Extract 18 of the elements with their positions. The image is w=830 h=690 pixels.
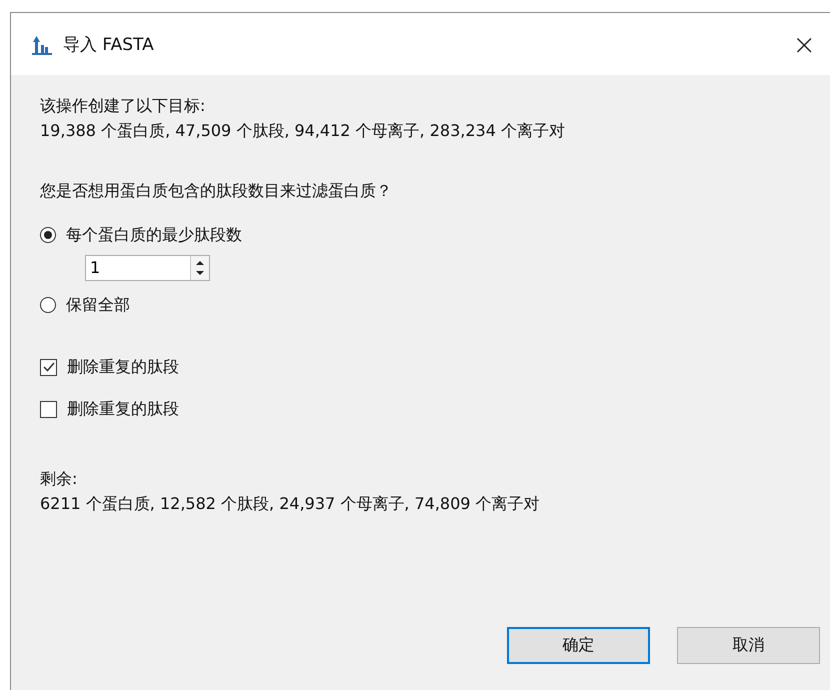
question-text: 您是否想用蛋白质包含的肽段数目来过滤蛋白质？ [40, 180, 393, 202]
summary-text: 19,388 个蛋白质, 47,509 个肽段, 94,412 个母离子, 283,234 个离子对 [40, 120, 566, 142]
radio-label[interactable]: 每个蛋白质的最少肽段数 [66, 224, 242, 246]
close-button[interactable]: × [786, 28, 822, 60]
checkbox[interactable] [40, 358, 57, 376]
checkbox-label[interactable]: 删除重复的肽段 [67, 398, 179, 420]
window-title: 导入 FASTA [63, 34, 154, 56]
cancel-button[interactable]: 取消 [677, 627, 820, 664]
ok-button[interactable]: 确定 [507, 627, 650, 664]
radio-button[interactable] [40, 227, 56, 243]
checkbox[interactable] [40, 400, 57, 418]
number-spinner[interactable]: 1 [85, 255, 210, 281]
radio-button[interactable] [40, 297, 56, 313]
remaining-text: 6211 个蛋白质, 12,582 个肽段, 24,937 个母离子, 74,809 个离子对 [40, 493, 541, 515]
remaining-heading: 剩余: [40, 468, 78, 490]
checkbox-label[interactable]: 删除重复的肽段 [67, 356, 179, 378]
summary-heading: 该操作创建了以下目标: [40, 95, 206, 117]
radio-label[interactable]: 保留全部 [66, 294, 130, 316]
